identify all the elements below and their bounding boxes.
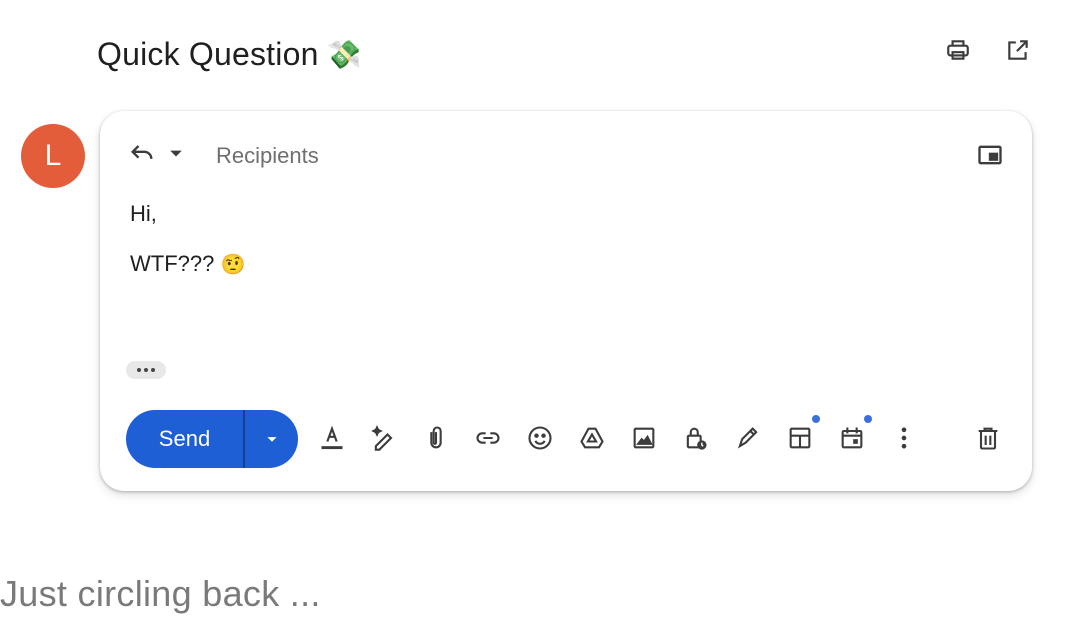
- emoji-icon[interactable]: [526, 421, 554, 455]
- schedule-event-icon[interactable]: [838, 415, 872, 455]
- thread-actions: [944, 36, 1032, 64]
- money-with-wings-emoji: 💸: [326, 39, 362, 70]
- send-button[interactable]: Send: [126, 410, 243, 468]
- more-options-icon[interactable]: [890, 421, 918, 455]
- message-body-line-2[interactable]: WTF??? 🤨: [130, 251, 245, 277]
- next-message-snippet[interactable]: Just circling back ...: [0, 573, 321, 615]
- text-format-icon[interactable]: [318, 421, 346, 455]
- help-me-write-icon[interactable]: [370, 421, 398, 455]
- reply-icon[interactable]: [128, 139, 156, 172]
- avatar: L: [21, 124, 85, 188]
- raised-eyebrow-emoji: 🤨: [220, 254, 246, 276]
- reply-type-dropdown-icon[interactable]: [162, 139, 190, 172]
- attach-icon[interactable]: [422, 421, 450, 455]
- link-icon[interactable]: [474, 421, 502, 455]
- reply-compose-box: Recipients Hi, WTF??? 🤨 Send: [100, 111, 1032, 491]
- photo-icon[interactable]: [630, 421, 658, 455]
- confidential-mode-icon[interactable]: [682, 421, 710, 455]
- subject-text: Quick Question: [97, 36, 319, 72]
- print-icon[interactable]: [944, 36, 972, 64]
- recipients-row: Recipients: [128, 139, 319, 172]
- pop-out-reply-icon[interactable]: [976, 141, 1004, 174]
- recipients-field[interactable]: Recipients: [216, 143, 319, 169]
- avatar-initial: L: [44, 139, 62, 172]
- email-subject: Quick Question 💸: [97, 36, 362, 73]
- more-send-options-icon[interactable]: [245, 410, 298, 468]
- open-in-new-window-icon[interactable]: [1004, 36, 1032, 64]
- layouts-icon[interactable]: [786, 415, 820, 455]
- message-body-line-1[interactable]: Hi,: [130, 201, 157, 227]
- formatting-toolbar: [318, 415, 918, 455]
- send-button-group: Send: [126, 410, 298, 468]
- new-feature-dot: [812, 415, 820, 423]
- signature-icon[interactable]: [734, 421, 762, 455]
- show-trimmed-content-button[interactable]: [126, 361, 166, 379]
- message-body-text: WTF???: [130, 251, 215, 276]
- new-feature-dot: [864, 415, 872, 423]
- drive-icon[interactable]: [578, 421, 606, 455]
- delete-icon[interactable]: [974, 421, 1002, 455]
